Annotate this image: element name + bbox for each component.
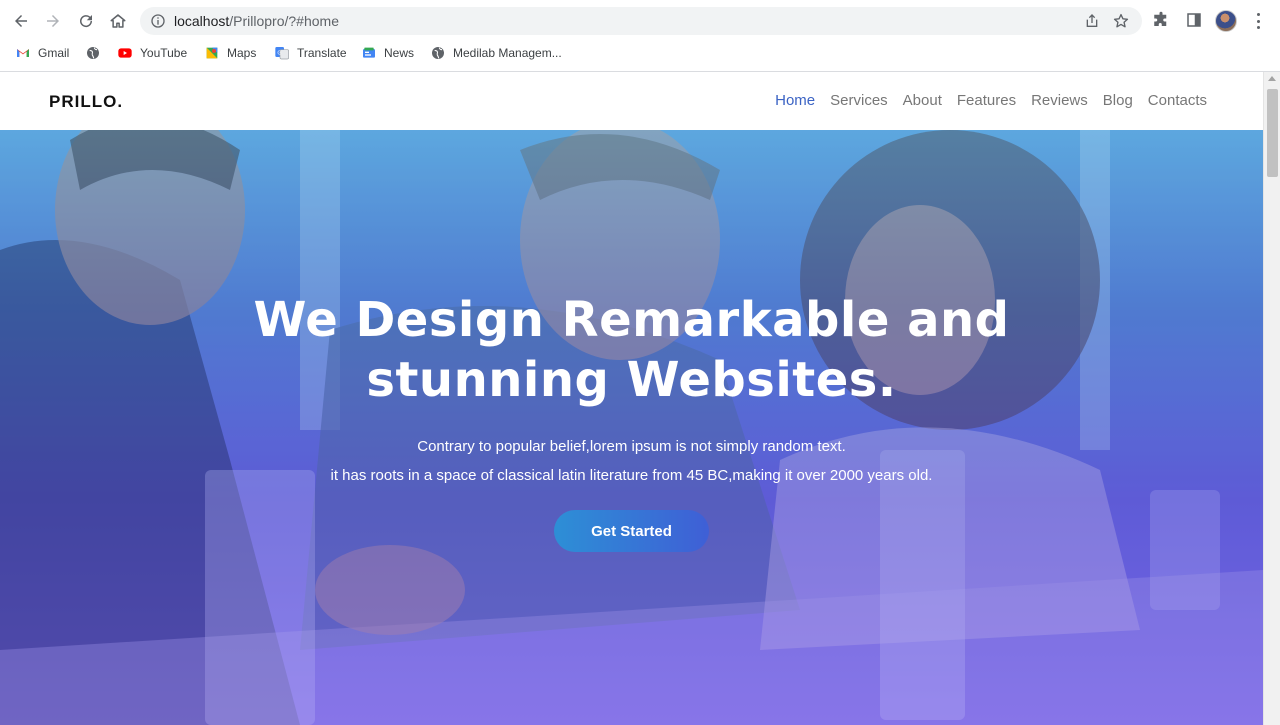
news-icon (363, 47, 375, 58)
bookmark-label: News (384, 46, 415, 60)
arrow-left-icon (15, 15, 27, 27)
bookmark-globe[interactable] (85, 44, 108, 62)
url-text[interactable]: localhost/Prillopro/?#home (174, 13, 339, 29)
translate-icon: G (275, 47, 289, 60)
url-path: /Prillopro/?#home (229, 13, 339, 29)
site-header: PRILLO. Home Services About Features Rev… (0, 72, 1263, 130)
nav-contacts[interactable]: Contacts (1148, 92, 1207, 109)
bookmark-gmail[interactable]: Gmail (15, 44, 69, 62)
svg-text:G: G (277, 50, 281, 56)
nav-blog[interactable]: Blog (1103, 92, 1133, 109)
hero-subtitle-line-1: Contrary to popular belief,lorem ipsum i… (417, 438, 846, 455)
bookmark-translate[interactable]: G Translate (274, 44, 347, 62)
nav-about[interactable]: About (903, 92, 942, 109)
globe-icon (432, 47, 444, 59)
back-button[interactable] (9, 9, 33, 33)
scroll-up-arrow-icon[interactable] (1268, 76, 1276, 81)
star-icon[interactable] (1112, 12, 1130, 30)
hero-subtitle-line-2: it has roots in a space of classical lat… (330, 467, 933, 484)
youtube-icon (118, 48, 132, 58)
bookmark-label: Medilab Managem... (453, 46, 562, 60)
gmail-icon (17, 49, 29, 57)
hero-title: We Design Remarkable and stunning Websit… (0, 290, 1263, 410)
bookmark-maps[interactable]: Maps (204, 44, 256, 62)
bookmark-label: Gmail (38, 46, 70, 60)
bookmark-label: YouTube (140, 46, 188, 60)
puzzle-icon[interactable] (1152, 11, 1170, 29)
forward-button[interactable] (41, 9, 65, 33)
reload-button[interactable] (74, 9, 98, 33)
nav-home[interactable]: Home (775, 92, 815, 109)
bookmark-news[interactable]: News (361, 44, 414, 62)
get-started-button[interactable]: Get Started (554, 510, 709, 552)
hero-title-line-2: stunning Websites. (366, 352, 897, 408)
kebab-menu-icon[interactable] (1250, 11, 1266, 31)
page-viewport: PRILLO. Home Services About Features Rev… (0, 72, 1263, 725)
avatar[interactable] (1215, 10, 1237, 32)
home-button[interactable] (106, 9, 130, 33)
hero-title-line-1: We Design Remarkable and (253, 292, 1010, 348)
bookmark-youtube[interactable]: YouTube (117, 44, 187, 62)
maps-icon (206, 47, 218, 59)
site-nav: Home Services About Features Reviews Blo… (775, 92, 1207, 109)
share-icon[interactable] (1084, 13, 1100, 29)
bookmark-label: Translate (297, 46, 347, 60)
info-icon[interactable] (150, 13, 166, 29)
url-host: localhost (174, 13, 230, 29)
nav-reviews[interactable]: Reviews (1031, 92, 1088, 109)
site-logo[interactable]: PRILLO. (49, 92, 123, 112)
address-bar[interactable]: localhost/Prillopro/?#home (140, 7, 1142, 35)
browser-toolbar: localhost/Prillopro/?#home Gmail YouTube… (0, 0, 1280, 72)
reload-icon (80, 15, 93, 28)
hero-content: We Design Remarkable and stunning Websit… (0, 130, 1263, 725)
scrollbar-thumb[interactable] (1267, 89, 1278, 177)
bookmark-label: Maps (227, 46, 257, 60)
nav-services[interactable]: Services (830, 92, 888, 109)
nav-features[interactable]: Features (957, 92, 1016, 109)
hero-section: We Design Remarkable and stunning Websit… (0, 130, 1263, 725)
side-panel-icon[interactable] (1185, 11, 1203, 29)
bookmark-medilab[interactable]: Medilab Managem... (430, 44, 562, 62)
home-icon (110, 14, 126, 28)
globe-icon (87, 47, 99, 59)
bookmarks-bar: Gmail YouTube Maps G Translate News Medi… (0, 40, 1280, 66)
page-scrollbar[interactable] (1263, 72, 1280, 725)
arrow-right-icon (47, 15, 59, 27)
